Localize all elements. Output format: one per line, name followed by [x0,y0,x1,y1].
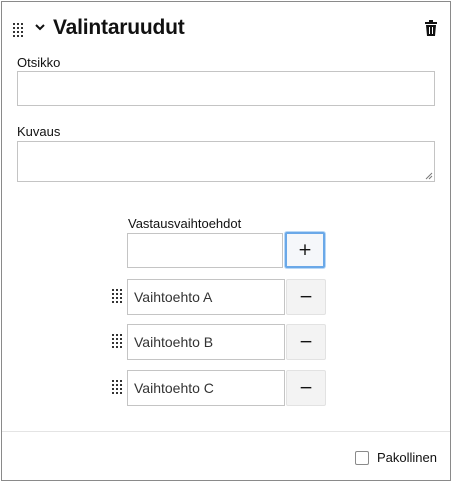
option-input[interactable] [127,370,285,406]
question-panel: Valintaruudut Otsikko Kuvaus Vastausvaih… [1,1,451,481]
footer-divider [2,431,450,432]
drag-handle-icon[interactable] [112,289,122,303]
trash-icon[interactable] [424,20,438,36]
title-field-label: Otsikko [17,55,61,70]
remove-option-button[interactable]: − [286,324,326,360]
required-toggle[interactable]: Pakollinen [355,450,437,465]
new-option-input[interactable] [127,233,283,268]
drag-handle-icon[interactable] [112,334,122,348]
description-textarea[interactable] [17,141,435,182]
options-label: Vastausvaihtoehdot [128,216,242,231]
option-row: − [2,324,450,360]
description-field-label: Kuvaus [17,124,61,139]
panel-header: Valintaruudut [2,2,450,52]
chevron-down-icon[interactable] [33,20,47,34]
option-row: − [2,279,450,315]
option-input[interactable] [127,324,285,360]
resize-grip-icon[interactable] [425,172,433,180]
remove-option-button[interactable]: − [286,370,326,406]
drag-handle-icon[interactable] [13,23,23,37]
title-input[interactable] [17,71,435,106]
option-row: − [2,370,450,406]
option-input[interactable] [127,279,285,315]
panel-title: Valintaruudut [53,16,185,39]
drag-handle-icon[interactable] [112,380,122,394]
required-checkbox[interactable] [355,450,369,465]
add-option-button[interactable]: + [285,232,325,268]
remove-option-button[interactable]: − [286,279,326,315]
required-label: Pakollinen [377,450,437,465]
